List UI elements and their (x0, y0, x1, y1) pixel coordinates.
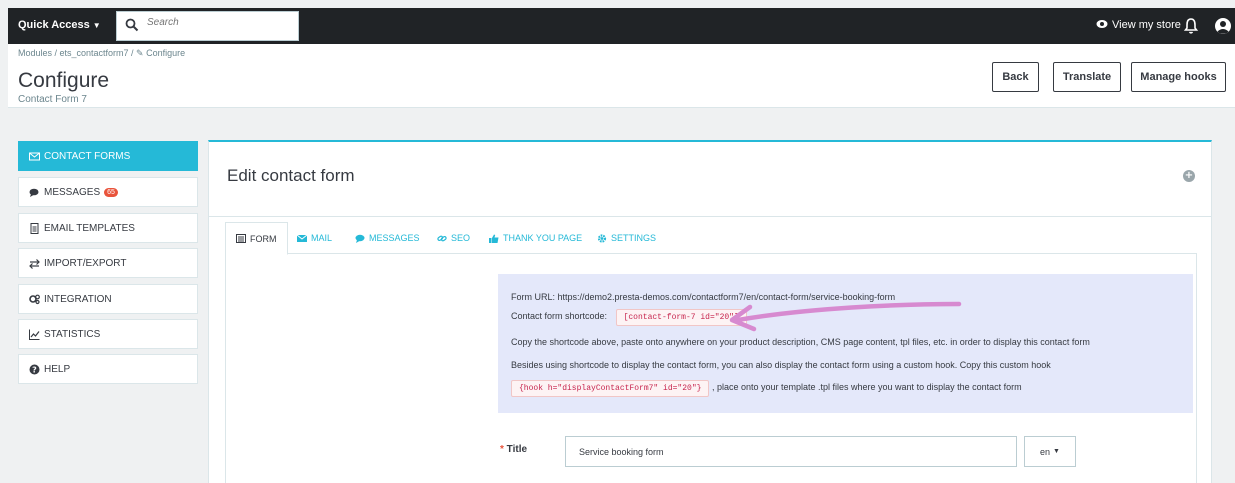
shortcode-row: Contact form shortcode: [contact-form-7 … (511, 309, 747, 326)
sidebar-item-label: INTEGRATION (44, 293, 112, 305)
messages-count-badge: 65 (104, 187, 118, 197)
top-bar: Quick Access▼ View my store (8, 8, 1235, 44)
comments-icon (29, 188, 39, 197)
page-header: Modules / ets_contactform7 / ✎ Configure… (8, 44, 1235, 108)
file-icon (30, 222, 39, 234)
page-title: Configure (18, 69, 110, 92)
search-box[interactable] (116, 11, 299, 41)
language-dropdown[interactable]: en ▼ (1024, 436, 1076, 467)
caret-down-icon: ▼ (92, 21, 101, 30)
search-icon (125, 18, 139, 32)
sidebar-item-help[interactable]: ? HELP (18, 354, 198, 384)
comments-icon (355, 234, 365, 243)
sidebar-item-label: STATISTICS (44, 328, 101, 340)
form-tabs: FORM MAIL MESSAGES SEO THANK YOU PAGE SE… (225, 222, 1197, 255)
tab-thank-you-page[interactable]: THANK YOU PAGE (489, 222, 582, 254)
exchange-icon (29, 258, 40, 269)
title-label-text: Title (506, 444, 528, 455)
manage-hooks-button[interactable]: Manage hooks (1131, 62, 1226, 92)
quick-access-menu[interactable]: Quick Access ▼ (18, 19, 101, 31)
sidebar-item-statistics[interactable]: STATISTICS (18, 319, 198, 349)
title-input[interactable] (565, 436, 1017, 467)
quick-access-label: Quick Access (18, 19, 90, 31)
title-label: * Title (500, 444, 527, 455)
hook-suffix-text: , place onto your template .tpl files wh… (711, 382, 1022, 392)
tab-messages[interactable]: MESSAGES (355, 222, 420, 254)
tab-label: SEO (451, 233, 471, 243)
panel-divider (209, 216, 1211, 217)
tab-mail[interactable]: MAIL (297, 222, 332, 254)
sidebar-item-label: IMPORT/EXPORT (44, 257, 127, 269)
sidebar-item-integration[interactable]: INTEGRATION (18, 284, 198, 314)
search-input[interactable] (147, 17, 287, 28)
caret-down-icon: ▼ (1053, 448, 1060, 455)
copy-note-text: Copy the shortcode above, paste onto any… (511, 337, 1090, 347)
shortcode-label: Contact form shortcode: (511, 311, 608, 321)
required-asterisk: * (500, 444, 507, 455)
back-button[interactable]: Back (992, 62, 1039, 92)
sidebar-item-label: MESSAGES (44, 186, 101, 198)
tab-label: MESSAGES (369, 233, 420, 243)
sidebar-item-label: HELP (44, 363, 71, 375)
link-icon (437, 235, 447, 241)
sidebar-item-email-templates[interactable]: EMAIL TEMPLATES (18, 213, 198, 243)
sidebar-item-label: EMAIL TEMPLATES (44, 222, 135, 234)
tab-settings[interactable]: SETTINGS (597, 222, 656, 254)
view-store-link[interactable]: View my store (1096, 19, 1181, 31)
bell-icon[interactable] (1183, 17, 1199, 35)
breadcrumb[interactable]: Modules / ets_contactform7 / ✎ Configure (18, 48, 185, 59)
tab-label: MAIL (311, 233, 333, 243)
hook-code-value[interactable]: {hook h="displayContactForm7" id="20"} (511, 380, 710, 397)
translate-button[interactable]: Translate (1053, 62, 1121, 92)
tab-label: FORM (250, 233, 277, 244)
edit-form-panel: Edit contact form + FORM MAIL MESSAGES S… (208, 140, 1212, 483)
hook-note-text: Besides using shortcode to display the c… (511, 360, 1051, 370)
list-alt-icon (236, 234, 246, 243)
tab-label: SETTINGS (611, 233, 657, 243)
svg-text:?: ? (32, 365, 37, 374)
user-icon[interactable] (1214, 17, 1232, 35)
sidebar-item-contact-forms[interactable]: CONTACT FORMS (18, 141, 198, 171)
language-value: en (1040, 446, 1051, 457)
line-chart-icon (29, 329, 40, 340)
sidebar-item-label: CONTACT FORMS (44, 150, 131, 162)
hook-row: {hook h="displayContactForm7" id="20"} ,… (511, 380, 1022, 397)
tab-form[interactable]: FORM (225, 222, 288, 255)
tab-seo[interactable]: SEO (437, 222, 470, 254)
cogs-icon (29, 294, 40, 304)
envelope-icon (297, 234, 307, 242)
panel-title: Edit contact form (227, 166, 355, 185)
annotation-arrow (729, 301, 962, 332)
thumbs-up-icon (489, 234, 499, 243)
plus-circle-icon[interactable]: + (1183, 170, 1195, 182)
view-store-label: View my store (1112, 19, 1181, 31)
question-circle-icon: ? (29, 364, 40, 374)
cog-icon (597, 233, 607, 243)
envelope-icon (29, 152, 40, 160)
sidebar-item-messages[interactable]: MESSAGES 65 (18, 177, 198, 207)
tab-label: THANK YOU PAGE (503, 233, 583, 243)
page-subtitle: Contact Form 7 (18, 94, 87, 105)
sidebar-item-import-export[interactable]: IMPORT/EXPORT (18, 248, 198, 278)
shortcode-info-box: Form URL: https://demo2.presta-demos.com… (498, 274, 1193, 413)
eye-icon (1096, 20, 1108, 28)
